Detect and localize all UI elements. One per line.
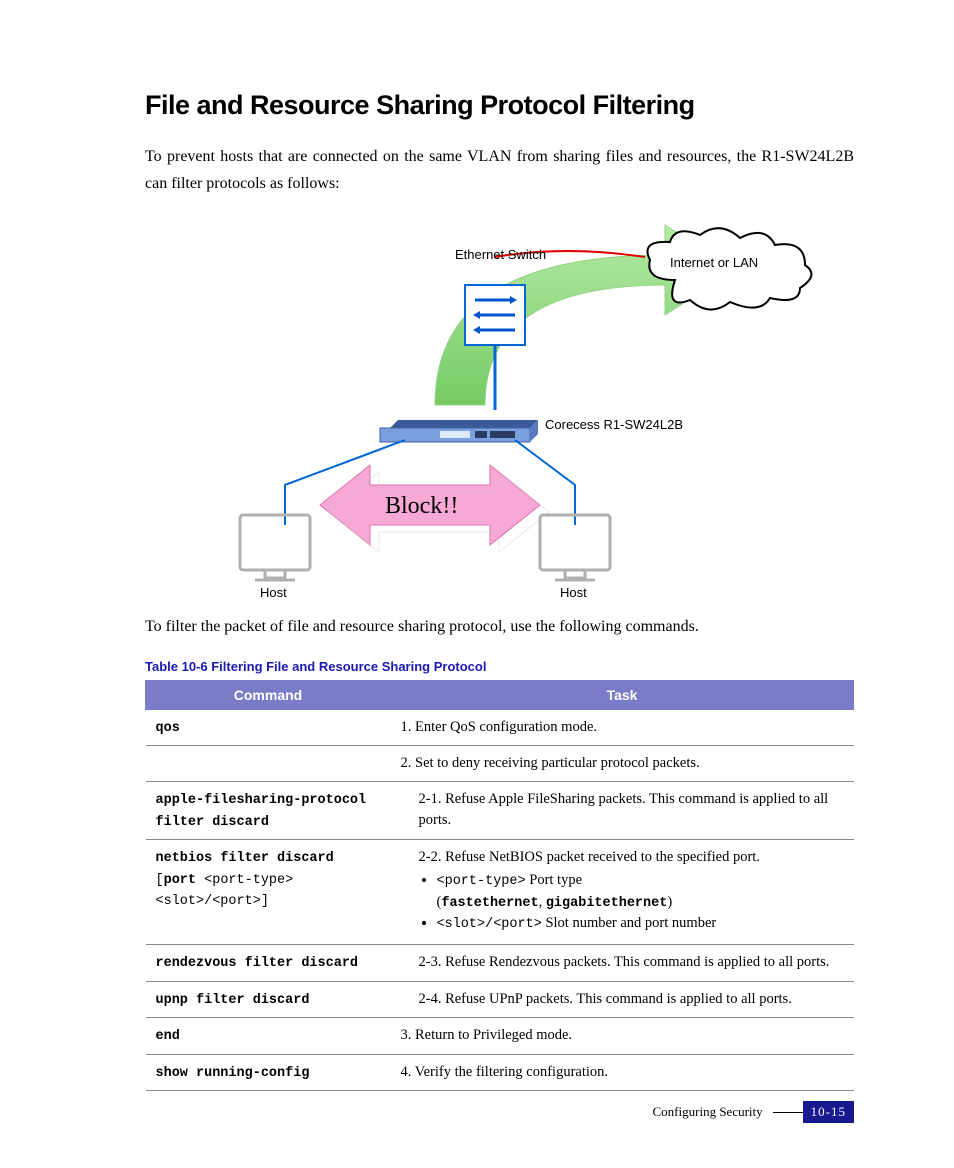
task-text: 2-2. Refuse NetBIOS packet received to t… — [419, 849, 760, 865]
th-task: Task — [391, 680, 854, 709]
table-row: 2. Set to deny receiving particular prot… — [146, 746, 854, 782]
table-row: upnp filter discard 2-4. Refuse UPnP pac… — [146, 981, 854, 1018]
cmd-text: rendezvous filter discard — [156, 956, 359, 971]
footer-line — [773, 1112, 803, 1113]
table-row: rendezvous filter discard 2-3. Refuse Re… — [146, 944, 854, 981]
list-item: <port-type> Port type (fastethernet, gig… — [437, 870, 844, 913]
cmd-text: <slot>/<port>] — [156, 894, 269, 909]
paragraph-2: To filter the packet of file and resourc… — [145, 613, 854, 640]
cmd-text: <port-type> — [196, 873, 293, 888]
cmd-text: port — [164, 873, 196, 888]
label-host-left: Host — [260, 585, 287, 600]
footer-section: Configuring Security — [653, 1104, 763, 1120]
task-text: 2. Set to deny receiving particular prot… — [391, 746, 854, 782]
label-device: Corecess R1-SW24L2B — [545, 417, 683, 432]
label-internet: Internet or LAN — [670, 255, 758, 270]
task-text: 4. Verify the filtering configuration. — [391, 1054, 854, 1091]
text-span: Slot number and port number — [542, 915, 716, 931]
cmd-text: apple-filesharing-protocol — [156, 793, 367, 808]
task-text: 2-3. Refuse Rendezvous packets. This com… — [391, 944, 854, 981]
command-table: Command Task qos 1. Enter QoS configurat… — [145, 680, 854, 1092]
label-host-right: Host — [560, 585, 587, 600]
table-row: end 3. Return to Privileged mode. — [146, 1018, 854, 1055]
cmd-text: upnp filter discard — [156, 993, 310, 1008]
list-item: <slot>/<port> Slot number and port numbe… — [437, 913, 844, 935]
network-diagram: Ethernet Switch Internet or LAN Corecess… — [145, 215, 854, 595]
table-row: apple-filesharing-protocol filter discar… — [146, 782, 854, 840]
table-row: netbios filter discard [port <port-type>… — [146, 840, 854, 945]
code-span: <slot>/<port> — [437, 917, 542, 932]
intro-paragraph: To prevent hosts that are connected on t… — [145, 143, 854, 197]
cmd-text: [ — [156, 873, 164, 888]
text-span: ) — [667, 894, 672, 910]
table-row: show running-config 4. Verify the filter… — [146, 1054, 854, 1091]
task-text: 1. Enter QoS configuration mode. — [391, 709, 854, 746]
task-text: 3. Return to Privileged mode. — [391, 1018, 854, 1055]
code-span: fastethernet — [441, 896, 538, 911]
page-footer: Configuring Security 10-15 — [653, 1101, 854, 1123]
cmd-text: show running-config — [156, 1066, 310, 1081]
cmd-text: filter discard — [156, 815, 269, 830]
label-ethernet-switch: Ethernet Switch — [455, 247, 546, 262]
code-span: <port-type> — [437, 874, 526, 889]
cmd-text: netbios filter discard — [156, 851, 334, 866]
code-span: gigabitethernet — [546, 896, 668, 911]
text-span: , — [539, 894, 546, 910]
page-heading: File and Resource Sharing Protocol Filte… — [145, 90, 854, 121]
text-span: Port type — [526, 872, 582, 888]
task-text: 2-4. Refuse UPnP packets. This command i… — [391, 981, 854, 1018]
table-caption: Table 10-6 Filtering File and Resource S… — [145, 659, 854, 674]
footer-page-number: 10-15 — [803, 1101, 854, 1123]
label-block: Block!! — [385, 493, 458, 520]
cmd-text: end — [156, 1029, 180, 1044]
cmd-text: qos — [156, 721, 180, 736]
table-row: qos 1. Enter QoS configuration mode. — [146, 709, 854, 746]
task-text: 2-1. Refuse Apple FileSharing packets. T… — [391, 782, 854, 840]
th-command: Command — [146, 680, 391, 709]
